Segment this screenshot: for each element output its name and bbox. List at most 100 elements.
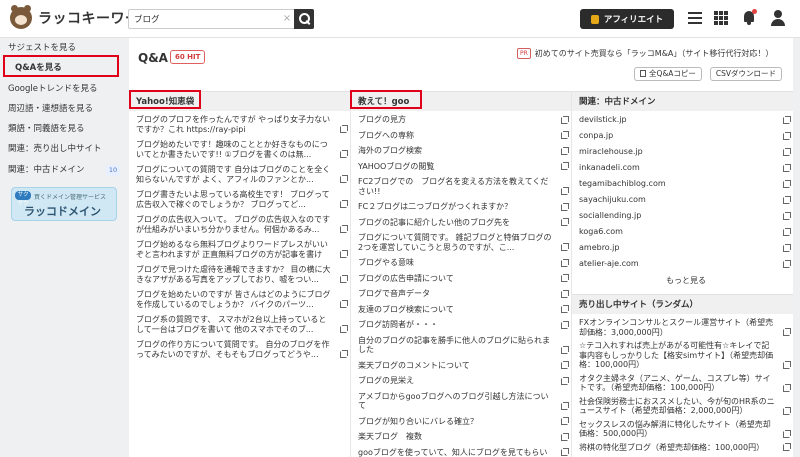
external-link-icon[interactable] bbox=[783, 163, 791, 172]
apps-grid-icon[interactable] bbox=[714, 11, 728, 25]
external-link-icon[interactable] bbox=[561, 289, 569, 298]
domain-item[interactable]: devilstick.jp bbox=[579, 115, 793, 125]
qa-item-yahoo[interactable]: ブログを始めたいのですが 皆さんはどのようにブログを作成しているのでしょうか？ … bbox=[136, 290, 350, 309]
user-account-icon[interactable] bbox=[770, 10, 786, 26]
domain-item[interactable]: sayachijuku.com bbox=[579, 195, 793, 205]
external-link-icon[interactable] bbox=[561, 162, 569, 170]
qa-item-yahoo[interactable]: ブログの作り方について質問です。 自分のブログを作ってみたいのですが、そもそもブ… bbox=[136, 340, 350, 359]
external-link-icon[interactable] bbox=[340, 125, 348, 133]
external-link-icon[interactable] bbox=[340, 275, 348, 283]
affiliate-button[interactable]: アフィリエイト bbox=[580, 9, 674, 29]
external-link-icon[interactable] bbox=[340, 225, 348, 233]
external-link-icon[interactable] bbox=[561, 218, 569, 226]
external-link-icon[interactable] bbox=[340, 150, 348, 158]
qa-item-yahoo[interactable]: ブログ始めたいです！趣味のこととか好きなものについてとか書きたいです!! ①ブロ… bbox=[136, 140, 350, 159]
external-link-icon[interactable] bbox=[561, 258, 569, 267]
qa-item-goo[interactable]: gooブログを使っていて、知人にブログを見てもらい bbox=[358, 448, 571, 457]
sidebar-item-sites-for-sale[interactable]: 関連：売り出し中サイト bbox=[8, 141, 102, 157]
qa-item-goo[interactable]: 楽天ブログのコメントについて bbox=[358, 361, 571, 371]
external-link-icon[interactable] bbox=[783, 131, 791, 140]
qa-item-goo[interactable]: 友達のブログ検索について bbox=[358, 305, 571, 315]
qa-item-goo[interactable]: YAHOOブログの閲覧 bbox=[358, 162, 571, 172]
external-link-icon[interactable] bbox=[783, 443, 791, 451]
site-item[interactable]: 将棋の特化型ブログ（希望売却価格：100,000円） bbox=[579, 443, 793, 453]
external-link-icon[interactable] bbox=[561, 146, 569, 155]
external-link-icon[interactable] bbox=[561, 345, 569, 354]
external-link-icon[interactable] bbox=[783, 360, 791, 369]
external-link-icon[interactable] bbox=[783, 227, 791, 236]
notification-bell-icon[interactable] bbox=[742, 9, 757, 25]
qa-item-yahoo[interactable]: ブログについての質問です 自分はブログのことを全く知らないんですが よく、アフィ… bbox=[136, 165, 350, 184]
external-link-icon[interactable] bbox=[561, 187, 569, 195]
qa-item-goo[interactable]: アメブロからgooブログへのブログ引越し方法について bbox=[358, 392, 571, 411]
external-link-icon[interactable] bbox=[783, 179, 791, 188]
qa-item-goo[interactable]: ブログが知り合いにバレる確立？ bbox=[358, 417, 571, 427]
domain-item[interactable]: conpa.jp bbox=[579, 131, 793, 141]
external-link-icon[interactable] bbox=[340, 250, 348, 258]
external-link-icon[interactable] bbox=[783, 243, 791, 252]
domain-item[interactable]: miraclehouse.jp bbox=[579, 147, 793, 157]
external-link-icon[interactable] bbox=[561, 417, 569, 425]
qa-item-goo[interactable]: ブログの広告申請について bbox=[358, 274, 571, 284]
qa-item-yahoo[interactable]: ブログ書きたいよ思っている高校生です！ ブログって広告収入で稼ぐのでしょうか？ … bbox=[136, 190, 350, 209]
external-link-icon[interactable] bbox=[561, 448, 569, 456]
qa-item-goo[interactable]: FC2ブログでの ブログ名を変える方法を教えてください!! bbox=[358, 177, 571, 196]
rakko-domain-banner[interactable]: サクサク 買くドメイン管理サービス ラッコドメイン bbox=[11, 187, 117, 221]
qa-item-goo[interactable]: ブログで音声データ bbox=[358, 289, 571, 299]
external-link-icon[interactable] bbox=[783, 406, 791, 415]
external-link-icon[interactable] bbox=[561, 401, 569, 410]
external-link-icon[interactable] bbox=[783, 259, 791, 268]
pr-link[interactable]: PR 初めてのサイト売買なら「ラッコM&A」（サイト移行代行対応！） bbox=[517, 48, 773, 59]
sidebar-item-qa[interactable]: Q&Aを見る bbox=[15, 60, 62, 76]
site-item[interactable]: FXオンラインコンサルとスクール運営サイト（希望売却価格：3,000,000円） bbox=[579, 318, 793, 337]
qa-item-yahoo[interactable]: ブログ系の質問です、 スマホが2台以上持っているとして一台はブログを書いて 他の… bbox=[136, 315, 350, 334]
external-link-icon[interactable] bbox=[561, 274, 569, 282]
sidebar-item-synonyms[interactable]: 類語・同義語を見る bbox=[8, 121, 85, 137]
external-link-icon[interactable] bbox=[783, 328, 791, 336]
qa-item-goo[interactable]: 自分のブログの記事を勝手に他人のブログに貼られました bbox=[358, 336, 571, 355]
qa-item-goo[interactable]: ブログ訪問者が・・・ bbox=[358, 320, 571, 330]
sidebar-item-used-domains[interactable]: 関連：中古ドメイン bbox=[8, 162, 85, 178]
qa-item-goo[interactable]: ブログについて質問です。 雑記ブログと特価ブログの2つを運営していこうと思うので… bbox=[358, 233, 571, 252]
site-item[interactable]: ☆テコ入れすれば売上があがる可能性有☆キレイで記事内容もしっかりした【格安sim… bbox=[579, 341, 793, 370]
site-item[interactable]: セックスレスの悩み解消に特化したサイト（希望売却価格：500,000円） bbox=[579, 420, 793, 439]
external-link-icon[interactable] bbox=[340, 175, 348, 183]
csv-download-button[interactable]: CSVダウンロード bbox=[710, 67, 782, 81]
search-input[interactable] bbox=[129, 10, 279, 28]
qa-item-goo[interactable]: ブログの見方 bbox=[358, 115, 571, 125]
qa-item-goo[interactable]: 楽天ブログ 複数 bbox=[358, 432, 571, 442]
domain-item[interactable]: koga6.com bbox=[579, 227, 793, 237]
external-link-icon[interactable] bbox=[783, 115, 791, 124]
external-link-icon[interactable] bbox=[783, 195, 791, 204]
domain-item[interactable]: tegamibachiblog.com bbox=[579, 179, 793, 189]
external-link-icon[interactable] bbox=[561, 361, 569, 369]
external-link-icon[interactable] bbox=[340, 200, 348, 208]
sidebar-item-related-words[interactable]: 周辺語・連想語を見る bbox=[8, 101, 93, 117]
qa-item-goo[interactable]: ブログへの専称 bbox=[358, 131, 571, 141]
clear-icon[interactable]: × bbox=[281, 12, 293, 26]
search-button[interactable] bbox=[294, 9, 314, 29]
qa-item-yahoo[interactable]: ブログで見つけた虐待を通報できますか？ 目の横に大きなアザがある写真をアップして… bbox=[136, 265, 350, 284]
qa-item-goo[interactable]: ブログの記事に紹介したい他のブログ先を bbox=[358, 218, 571, 228]
qa-item-goo[interactable]: FC２ブログは二つブログがつくれますか？ bbox=[358, 202, 571, 212]
sidebar-item-suggest[interactable]: サジェストを見る bbox=[8, 40, 76, 56]
external-link-icon[interactable] bbox=[561, 305, 569, 313]
external-link-icon[interactable] bbox=[561, 243, 569, 251]
external-link-icon[interactable] bbox=[783, 429, 791, 438]
qa-item-yahoo[interactable]: ブログ始めるなら無料ブログよりワードプレスがいいぞと言われますが 正直無料ブログ… bbox=[136, 240, 350, 259]
site-item[interactable]: オタク主婦ネタ（アニメ、ゲーム、コスプレ等）サイトです。（希望売却価格：100,… bbox=[579, 374, 793, 393]
menu-icon[interactable] bbox=[688, 12, 702, 24]
external-link-icon[interactable] bbox=[340, 300, 348, 308]
more-domains-link[interactable]: もっと見る bbox=[579, 275, 793, 286]
external-link-icon[interactable] bbox=[340, 325, 348, 333]
domain-item[interactable]: inkanadeli.com bbox=[579, 163, 793, 173]
external-link-icon[interactable] bbox=[561, 202, 569, 211]
external-link-icon[interactable] bbox=[783, 211, 791, 220]
qa-item-yahoo[interactable]: ブログの広告収入ついて。 ブログの広告収入なのですが仕組みがいまいち分かりません… bbox=[136, 215, 350, 234]
external-link-icon[interactable] bbox=[783, 147, 791, 156]
external-link-icon[interactable] bbox=[340, 350, 348, 358]
sidebar-item-google-trends[interactable]: Googleトレンドを見る bbox=[8, 81, 97, 97]
site-item[interactable]: 社会保険労務士におススメしたい、今が旬のHR系のニュースサイト（希望売却価格：2… bbox=[579, 397, 793, 416]
external-link-icon[interactable] bbox=[561, 432, 569, 441]
qa-item-yahoo[interactable]: ブログのプロフを作ったんですが やっぱり女子力ないですか？これ https://… bbox=[136, 115, 350, 134]
